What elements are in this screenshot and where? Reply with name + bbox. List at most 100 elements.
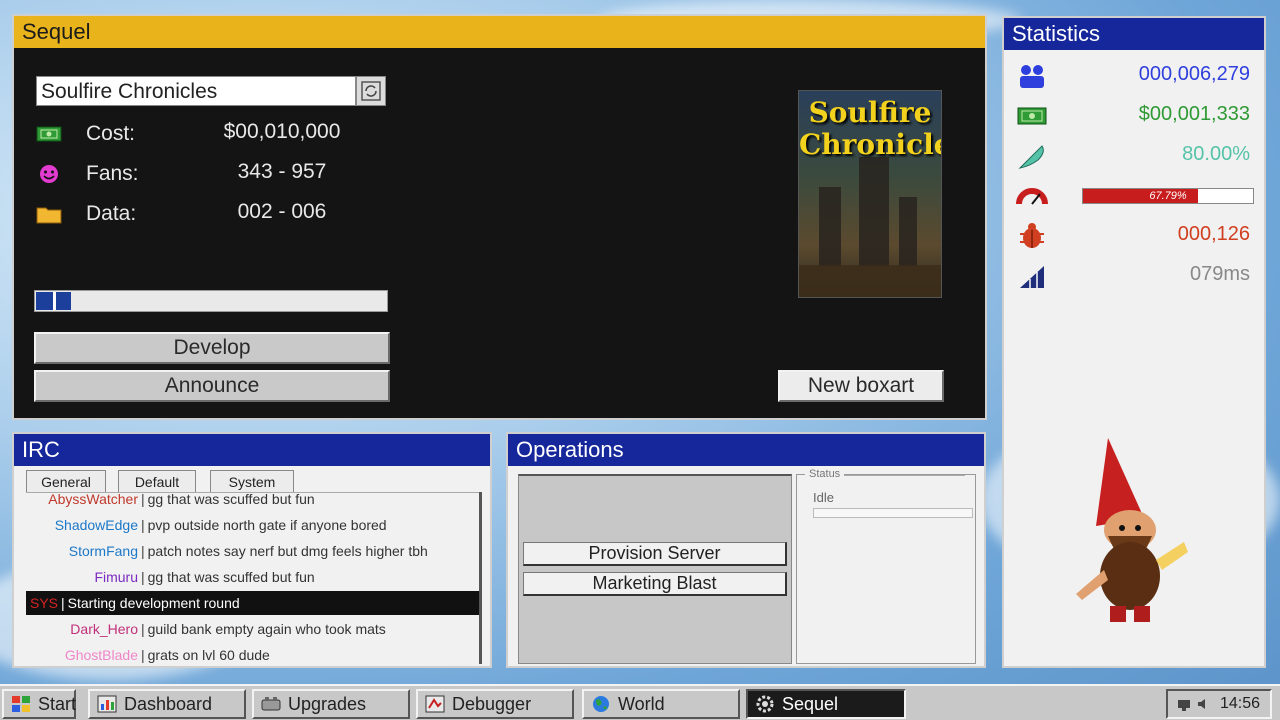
money-value: $00,001,333 [1138,103,1250,125]
chat-nick[interactable]: StormFang [26,539,138,563]
debugger-icon [425,695,445,713]
heat-bar: 67.79% [1082,188,1254,204]
chat-text: gg that was scuffed but fun [147,569,315,585]
sequel-label: Sequel [782,694,839,714]
chat-nick[interactable]: AbyssWatcher [26,493,138,511]
marketing-blast-button[interactable]: Marketing Blast [523,572,787,596]
chat-text: pvp outside north gate if anyone bored [147,517,387,533]
taskbar-dashboard-button[interactable]: Dashboard [88,689,246,719]
chat-text: grats on lvl 60 dude [147,647,270,663]
chat-separator: | [141,569,145,585]
develop-button[interactable]: Develop [34,332,390,364]
irc-title: IRC [14,434,490,466]
heat-row: 67.79% [1004,178,1264,214]
world-label: World [618,694,665,714]
system-message: SYS | Starting development round [26,591,482,615]
chat-text: guild bank empty again who took mats [147,621,386,637]
money-row: $00,001,333 [1004,98,1264,134]
chat-nick[interactable]: ShadowEdge [26,513,138,537]
boxart-title-line1: Soulfire [808,96,932,129]
network-icon[interactable] [1176,696,1192,712]
irc-window: IRC General Default System AbyssWatcher |… [12,432,492,668]
chat-separator: | [141,517,145,533]
sequel-window: Sequel Soulfire Chronicles Cost: $00,010… [12,14,987,420]
chat-message: ShadowEdge | pvp outside north gate if any… [26,513,482,537]
game-name-field[interactable]: Soulfire Chronicles [36,76,356,106]
smiley-icon [40,165,58,183]
status-legend: Status [805,468,845,480]
chat-nick[interactable]: Dark_Hero [26,617,138,641]
players-value: 000,006,279 [1138,63,1250,85]
operations-status-panel: Status Idle [796,468,976,664]
dashboard-icon [97,695,117,713]
status-progress-bar [813,508,973,518]
fans-value: 343 - 957 [237,160,327,183]
boxart-title: Soulfire Chronicles [799,97,941,161]
operations-actions-panel: Provision Server Marketing Blast [518,474,792,664]
start-label: Start [38,694,77,714]
cost-value: $00,010,000 [223,120,341,143]
dashboard-label: Dashboard [124,694,213,714]
chat-separator: | [141,543,145,559]
chat-text: Starting development round [67,595,240,611]
ping-row: 079ms [1004,258,1264,294]
sequel-title: Sequel [14,16,985,48]
feather-icon [1018,145,1044,169]
operations-title: Operations [508,434,984,466]
approval-row: 80.00% [1004,138,1264,174]
volume-icon[interactable] [1196,696,1212,712]
ping-value: 079ms [1189,263,1250,285]
chat-nick[interactable]: SYS [26,591,58,615]
taskbar-upgrades-button[interactable]: Upgrades [252,689,410,719]
chat-separator: | [141,647,145,663]
gnome-mascot[interactable] [1066,430,1196,630]
operations-window: Operations Provision Server Marketing Bl… [506,432,986,668]
globe-icon [593,696,609,712]
chat-separator: | [141,621,145,637]
tab-system[interactable]: System [210,470,294,492]
taskbar-sequel-button[interactable]: Sequel [746,689,906,719]
new-boxart-button[interactable]: New boxart [778,370,944,402]
cost-label: Cost: [86,122,136,145]
money-icon [1017,107,1047,125]
tab-general[interactable]: General [26,470,106,492]
irc-scrollbar[interactable] [479,492,482,664]
provision-server-button[interactable]: Provision Server [523,542,787,566]
taskbar-world-button[interactable]: World [582,689,740,719]
announce-button[interactable]: Announce [34,370,390,402]
money-icon [36,126,62,142]
refresh-icon[interactable] [356,76,386,106]
chat-message: Dark_Hero | guild bank empty again who too… [26,617,482,641]
data-label: Data: [86,202,137,225]
upgrades-icon [261,697,281,711]
bug-icon [1020,223,1044,248]
status-group: Status Idle [805,468,973,518]
system-tray: 14:56 [1166,689,1272,719]
folder-icon [36,207,62,224]
fans-label: Fans: [86,162,139,185]
chat-text: patch notes say nerf but dmg feels highe… [147,543,428,559]
start-button[interactable]: Start [2,689,76,719]
gear-icon [756,695,774,713]
players-icon [1020,65,1044,88]
boxart-image: Soulfire Chronicles [798,90,942,298]
chat-text: gg that was scuffed but fun [147,492,315,507]
chat-message: StormFang | patch notes say nerf but dmg f… [26,539,482,563]
chat-message: GhostBlade | grats on lvl 60 dude [26,643,482,665]
chat-separator: | [61,595,65,611]
players-row: 000,006,279 [1004,58,1264,94]
chat-message: AbyssWatcher | gg that was scuffed but fun [26,492,482,511]
development-progress-tick [53,292,56,310]
taskbar-debugger-button[interactable]: Debugger [416,689,574,719]
tab-default[interactable]: Default [118,470,196,492]
irc-chat-log[interactable]: AbyssWatcher | gg that was scuffed but fun… [26,492,482,665]
data-value: 002 - 006 [237,200,327,223]
chat-nick[interactable]: GhostBlade [26,643,138,665]
boxart-title-line2: Chronicles [799,128,941,161]
windows-logo-icon [12,696,30,712]
chat-nick[interactable]: Fimuru [26,565,138,589]
bugs-row: 000,126 [1004,218,1264,254]
debugger-label: Debugger [452,694,532,714]
chat-separator: | [141,492,145,507]
bugs-value: 000,126 [1177,223,1250,245]
